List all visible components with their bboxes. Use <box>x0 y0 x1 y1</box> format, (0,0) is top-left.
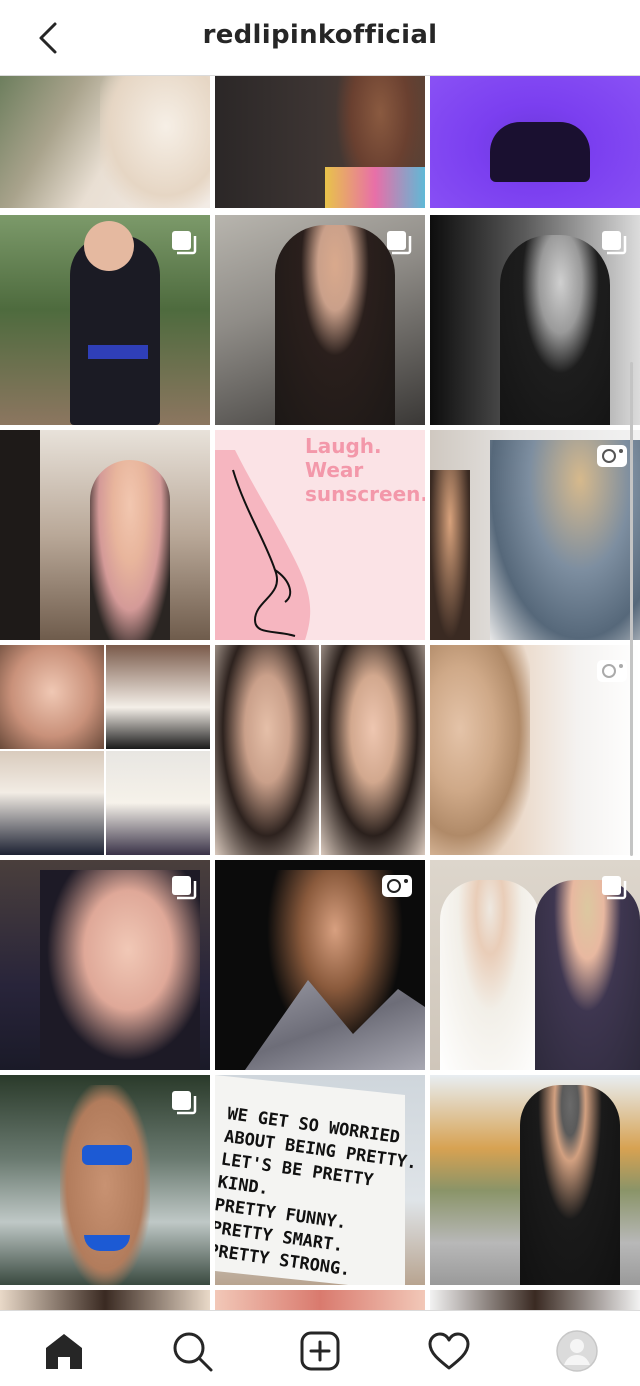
post-6[interactable] <box>430 215 640 425</box>
post-18[interactable] <box>430 1075 640 1285</box>
avatar-icon <box>556 1330 598 1372</box>
carousel-icon <box>602 876 627 900</box>
photo-grid: Laugh. Wear sunscreen. WE GET SO WORRIED… <box>0 76 640 1310</box>
carousel-icon <box>172 876 197 900</box>
post-3[interactable] <box>430 76 640 208</box>
post-19[interactable] <box>0 1290 210 1310</box>
bottom-nav <box>0 1310 640 1386</box>
plus-square-icon <box>300 1331 340 1371</box>
post-7[interactable] <box>0 430 210 640</box>
home-icon <box>46 1334 82 1369</box>
post-13[interactable] <box>0 860 210 1070</box>
post-15[interactable] <box>430 860 640 1070</box>
post-2[interactable] <box>215 76 425 208</box>
post-8[interactable]: Laugh. Wear sunscreen. <box>215 430 425 640</box>
post-11[interactable] <box>215 645 425 855</box>
nav-new-post[interactable] <box>296 1327 344 1375</box>
search-icon <box>173 1332 213 1372</box>
post-4[interactable] <box>0 215 210 425</box>
billboard-text: WE GET SO WORRIED ABOUT BEING PRETTY. LE… <box>215 1103 419 1281</box>
post-16[interactable] <box>0 1075 210 1285</box>
post-17[interactable]: WE GET SO WORRIED ABOUT BEING PRETTY. LE… <box>215 1075 425 1285</box>
video-icon <box>597 445 627 467</box>
post-21[interactable] <box>430 1290 640 1310</box>
top-bar: redlipinkofficial <box>0 0 640 76</box>
post-20[interactable] <box>215 1290 425 1310</box>
carousel-icon <box>602 231 627 255</box>
post-caption-text: Laugh. Wear sunscreen. <box>305 434 425 506</box>
video-icon <box>597 660 627 682</box>
carousel-icon <box>172 231 197 255</box>
post-5[interactable] <box>215 215 425 425</box>
nav-search[interactable] <box>168 1327 216 1375</box>
scrollbar[interactable] <box>630 362 633 856</box>
post-9[interactable] <box>430 430 640 640</box>
post-1[interactable] <box>0 76 210 208</box>
post-14[interactable] <box>215 860 425 1070</box>
nav-home[interactable] <box>40 1327 88 1375</box>
video-icon <box>382 875 412 897</box>
carousel-icon <box>172 1091 197 1115</box>
post-12[interactable] <box>430 645 640 855</box>
carousel-icon <box>387 231 412 255</box>
nav-activity[interactable] <box>425 1327 473 1375</box>
heart-icon <box>428 1332 470 1370</box>
nav-profile[interactable] <box>553 1327 601 1375</box>
page-title: redlipinkofficial <box>202 20 438 50</box>
post-10[interactable] <box>0 645 210 855</box>
